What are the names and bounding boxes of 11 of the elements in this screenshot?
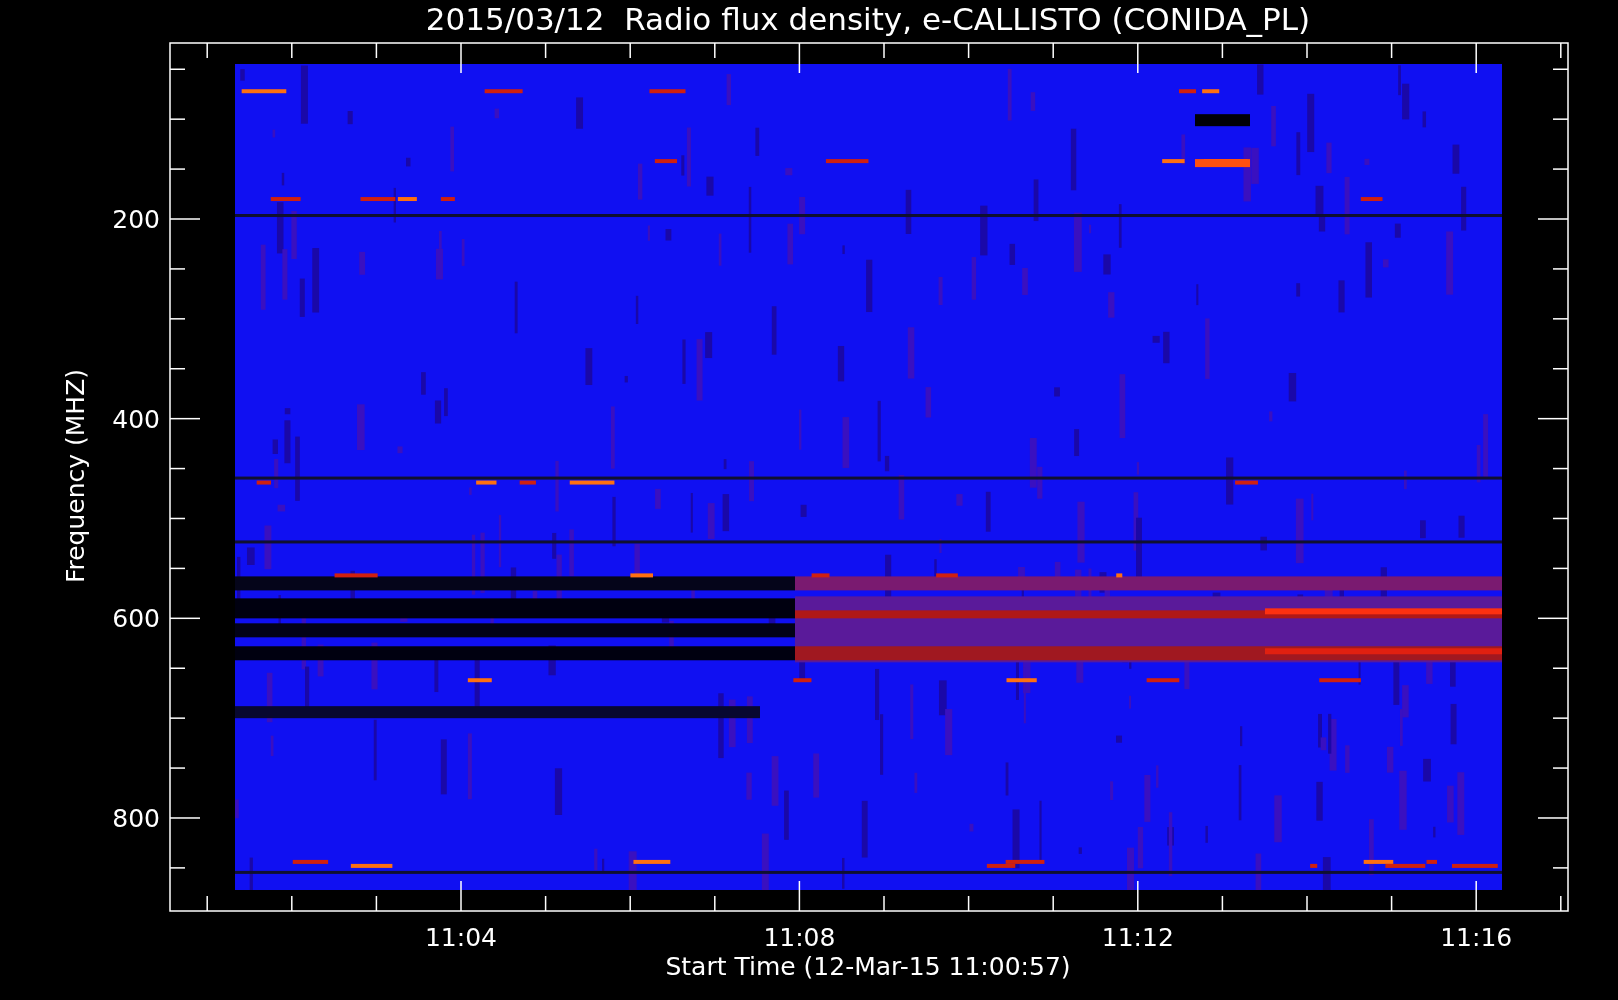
- x-axis-label: Start Time (12-Mar-15 11:00:57): [665, 952, 1071, 981]
- y-tick-label: 800: [112, 804, 160, 834]
- x-tick-label: 11:12: [1101, 923, 1174, 952]
- x-tick-label: 11:16: [1440, 923, 1513, 952]
- y-tick-label: 200: [112, 205, 160, 234]
- x-tick-label: 11:04: [425, 923, 497, 952]
- y-tick-label: 400: [112, 404, 160, 434]
- chart-title: 2015/03/12 Radio flux density, e-CALLISTO (CONIDA_PL): [425, 1, 1311, 37]
- y-tick-label: 600: [112, 604, 160, 634]
- y-axis-label: Frequency (MHZ): [61, 368, 90, 584]
- x-tick-label: 11:08: [763, 923, 836, 952]
